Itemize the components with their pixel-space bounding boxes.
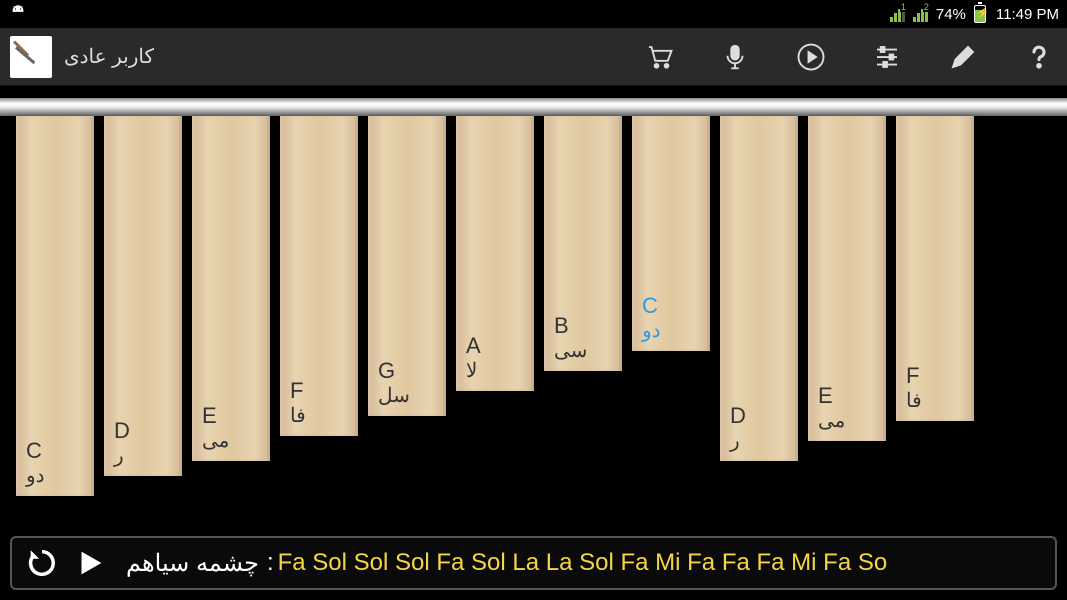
restart-icon (25, 546, 59, 580)
signal-sim1-icon: 1 (890, 6, 905, 22)
bar-label-fa: فا (906, 389, 922, 413)
bar-label-en: F (906, 363, 919, 389)
bar-label-en: D (730, 403, 746, 429)
bar-label-en: D (114, 418, 130, 444)
bar-label-en: E (818, 383, 833, 409)
xylophone-bar-8[interactable]: Dر (720, 116, 798, 461)
xylophone-bar-7[interactable]: Cدو (632, 116, 710, 351)
xylophone-bar-9[interactable]: Eمی (808, 116, 886, 441)
bar-label-fa: ر (730, 429, 740, 453)
bar-label-fa: سل (378, 384, 410, 408)
bar-label-fa: دو (26, 464, 45, 488)
bar-label-fa: لا (466, 359, 477, 383)
play-button[interactable] (70, 543, 110, 583)
cart-icon (644, 42, 674, 72)
play-circle-icon (796, 42, 826, 72)
play-icon (73, 546, 107, 580)
action-bar: کاربر عادی (0, 28, 1067, 86)
xylophone-bar-0[interactable]: Cدو (16, 116, 94, 496)
bar-label-en: B (554, 313, 569, 339)
clock: 11:49 PM (996, 6, 1059, 23)
notes-sequence: Fa Sol Sol Sol Fa Sol La La Sol Fa Mi Fa… (278, 549, 888, 577)
help-button[interactable] (1021, 39, 1057, 75)
xylophone-bar-10[interactable]: Fفا (896, 116, 974, 421)
battery-percent: 74% (936, 6, 966, 23)
xylophone-bar-1[interactable]: Dر (104, 116, 182, 476)
bar-label-fa: فا (290, 404, 306, 428)
xylophone-bar-3[interactable]: Fفا (280, 116, 358, 436)
playback-bar: چشمه سیاهم : Fa Sol Sol Sol Fa Sol La La… (10, 536, 1057, 590)
mic-button[interactable] (717, 39, 753, 75)
play-circle-button[interactable] (793, 39, 829, 75)
bar-label-en: A (466, 333, 481, 359)
xylophone-bar-6[interactable]: Bسی (544, 116, 622, 371)
song-name: چشمه سیاهم (126, 549, 259, 578)
xylophone-bar-5[interactable]: Aلا (456, 116, 534, 391)
app-title: کاربر عادی (64, 44, 154, 69)
pencil-icon (948, 42, 978, 72)
mic-icon (720, 42, 750, 72)
bar-label-fa: ر (114, 444, 124, 468)
restart-button[interactable] (22, 543, 62, 583)
bars-container: CدوDرEمیFفاGسلAلاBسیCدوDرEمیFفا (16, 116, 1067, 496)
sliders-button[interactable] (869, 39, 905, 75)
bar-label-fa: دو (642, 319, 661, 343)
bar-label-fa: می (202, 429, 229, 453)
status-bar: 1 2 74% ⚡ 11:49 PM (0, 0, 1067, 28)
signal-sim2-icon: 2 (913, 6, 928, 22)
help-icon (1024, 42, 1054, 72)
cross-bar (0, 98, 1067, 116)
instrument-area: CدوDرEمیFفاGسلAلاBسیCدوDرEمیFفا (0, 86, 1067, 526)
bar-label-en: F (290, 378, 303, 404)
bar-label-en: G (378, 358, 395, 384)
bar-label-en: C (26, 438, 42, 464)
cart-button[interactable] (641, 39, 677, 75)
sliders-icon (872, 42, 902, 72)
app-logo (10, 36, 52, 78)
xylophone-bar-2[interactable]: Eمی (192, 116, 270, 461)
bar-label-en: E (202, 403, 217, 429)
bar-label-fa: می (818, 409, 845, 433)
pencil-button[interactable] (945, 39, 981, 75)
android-debug-icon (8, 4, 28, 24)
colon: : (267, 549, 274, 577)
bar-label-fa: سی (554, 339, 587, 363)
battery-icon: ⚡ (974, 5, 986, 23)
bar-label-en: C (642, 293, 658, 319)
xylophone-bar-4[interactable]: Gسل (368, 116, 446, 416)
